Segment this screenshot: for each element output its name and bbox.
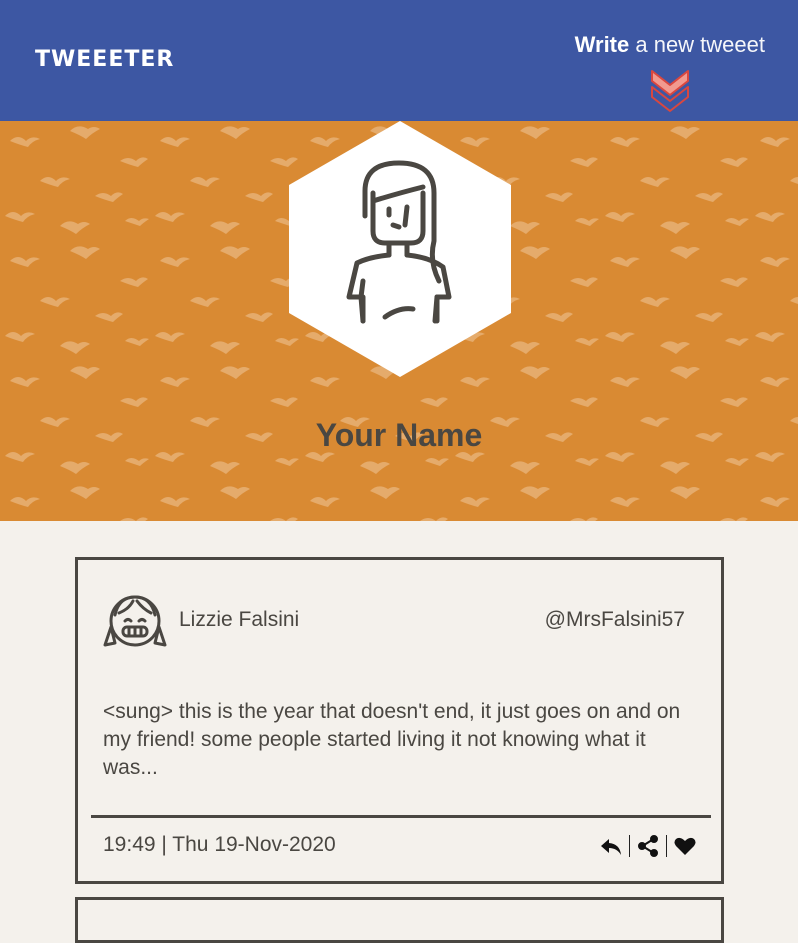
write-new-tweet-link[interactable]: Write a new tweeet [575, 32, 765, 58]
girl-avatar-icon [103, 595, 167, 647]
profile-avatar[interactable] [289, 121, 511, 377]
reply-icon[interactable] [599, 834, 623, 858]
tweet-timestamp: 19:49 | Thu 19-Nov-2020 [103, 833, 336, 856]
profile-name: Your Name [315, 417, 483, 453]
action-separator [666, 835, 667, 857]
top-nav-bar: TWEEETER Write a new tweeet [0, 0, 798, 121]
action-separator [629, 835, 630, 857]
tweet-text: <sung> this is the year that doesn't end… [103, 700, 681, 779]
tweet-author-name[interactable]: Lizzie Falsini [179, 608, 299, 632]
write-label-rest: a new tweeet [629, 32, 765, 57]
heart-icon[interactable] [673, 834, 697, 858]
tweet-card: Lizzie Falsini @MrsFalsini57 <sung> this… [75, 557, 724, 884]
write-label-strong: Write [574, 32, 630, 57]
tweet-author-handle[interactable]: @MrsFalsini57 [545, 608, 685, 632]
share-icon[interactable] [636, 834, 660, 858]
double-chevron-down-icon[interactable] [648, 67, 692, 115]
brand-logo[interactable]: TWEEETER [35, 47, 174, 72]
profile-banner: Your Name [0, 121, 798, 521]
tweet-actions [599, 833, 697, 859]
tweet-divider [91, 815, 711, 818]
